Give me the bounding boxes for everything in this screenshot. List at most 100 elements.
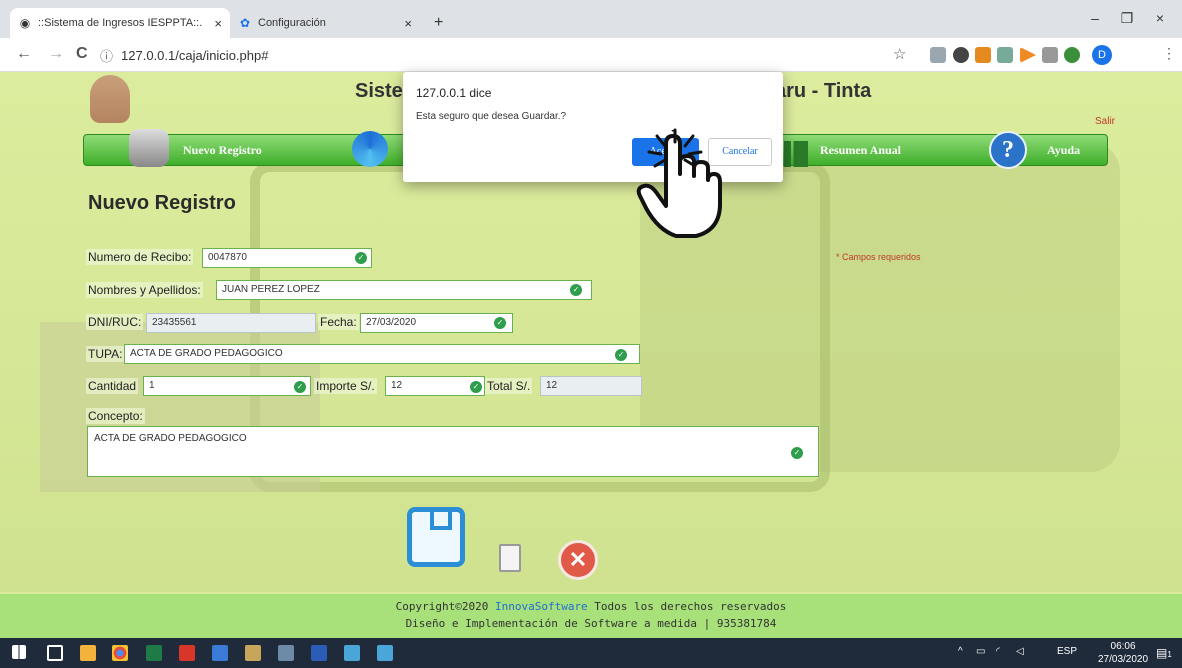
design-line: Diseño e Implementación de Software a me… bbox=[405, 617, 777, 630]
user-avatar bbox=[90, 75, 130, 123]
concept-label: Concepto: bbox=[86, 408, 145, 424]
total-input[interactable]: 12 bbox=[540, 376, 642, 396]
restore-button[interactable]: ❐ bbox=[1112, 10, 1142, 27]
menu-item-refresh[interactable] bbox=[352, 131, 392, 167]
network-icon[interactable]: ▭ bbox=[976, 646, 985, 657]
valid-check-icon: ✓ bbox=[494, 317, 506, 329]
pdf-reader-icon[interactable] bbox=[179, 645, 195, 661]
app-icon[interactable] bbox=[344, 645, 360, 661]
menu-item-resumen-anual[interactable]: Resumen Anual bbox=[784, 135, 934, 167]
date-input[interactable]: 27/03/2020 bbox=[360, 313, 513, 333]
required-note: * Campos requeridos bbox=[836, 252, 921, 262]
database-add-icon bbox=[129, 129, 169, 167]
tupa-label: TUPA: bbox=[86, 346, 125, 362]
forward-button[interactable]: → bbox=[48, 45, 64, 63]
app-icon[interactable] bbox=[212, 645, 228, 661]
extension-icon[interactable] bbox=[953, 47, 969, 63]
quantity-input[interactable]: 1 bbox=[143, 376, 311, 396]
help-icon: ? bbox=[989, 131, 1027, 169]
page-footer: Copyright©2020 InnovaSoftware Todos los … bbox=[0, 594, 1182, 638]
confirm-dialog: 127.0.0.1 dice Esta seguro que desea Gua… bbox=[403, 72, 783, 182]
play-icon[interactable] bbox=[1020, 47, 1036, 63]
tab-configuracion[interactable]: ✿ Configuración × bbox=[230, 8, 420, 38]
menu-item-nuevo-registro[interactable]: Nuevo Registro bbox=[129, 129, 319, 167]
wifi-icon[interactable]: ◜ bbox=[996, 646, 1000, 657]
logout-link[interactable]: Salir bbox=[1095, 116, 1115, 127]
browser-tab-strip: ◉ ::Sistema de Ingresos IESPPTA::. × ✿ C… bbox=[0, 0, 1182, 38]
menu-item-label: Nuevo Registro bbox=[183, 143, 262, 157]
close-icon[interactable]: × bbox=[404, 16, 412, 31]
menu-kebab-icon[interactable]: ⋮ bbox=[1162, 45, 1176, 62]
address-bar[interactable]: ⓘ 127.0.0.1/caja/inicio.php# bbox=[100, 43, 920, 67]
system-clock[interactable]: 06:06 27/03/2020 bbox=[1098, 640, 1148, 666]
valid-check-icon: ✓ bbox=[294, 381, 306, 393]
star-icon[interactable]: ☆ bbox=[893, 45, 906, 63]
cancel-button[interactable]: ✕ bbox=[558, 540, 598, 580]
tupa-input[interactable]: ACTA DE GRADO PEDAGOGICO bbox=[124, 344, 640, 364]
total-label: Total S/. bbox=[485, 378, 533, 394]
amount-label: Importe S/. bbox=[314, 378, 377, 394]
valid-check-icon: ✓ bbox=[615, 349, 627, 361]
app-icon[interactable] bbox=[245, 645, 261, 661]
minimize-button[interactable]: – bbox=[1080, 10, 1110, 26]
back-button[interactable]: ← bbox=[16, 45, 32, 63]
form-title: Nuevo Registro bbox=[88, 192, 236, 214]
dialog-title: 127.0.0.1 dice bbox=[416, 86, 492, 100]
chart-icon bbox=[784, 141, 808, 167]
notifications-icon[interactable]: ▤1 bbox=[1156, 646, 1172, 660]
brand-link[interactable]: InnovaSoftware bbox=[495, 600, 588, 613]
click-burst-icon bbox=[647, 128, 703, 168]
extension-icon[interactable] bbox=[930, 47, 946, 63]
app-title-right: aru - Tinta bbox=[775, 80, 872, 102]
windows-start-icon[interactable] bbox=[12, 645, 26, 659]
concept-textarea[interactable]: ACTA DE GRADO PEDAGOGICO bbox=[87, 426, 819, 477]
app-icon[interactable] bbox=[377, 645, 393, 661]
gear-icon: ✿ bbox=[239, 16, 251, 30]
name-label: Nombres y Apellidos: bbox=[86, 282, 203, 298]
notification-count: 1 bbox=[1167, 650, 1172, 659]
receipt-label: Numero de Recibo: bbox=[86, 249, 194, 265]
dialog-message: Esta seguro que desea Guardar.? bbox=[416, 111, 567, 122]
extension-icon[interactable] bbox=[997, 47, 1013, 63]
language-indicator[interactable]: ESP bbox=[1057, 646, 1077, 657]
app-title-left: Siste bbox=[355, 80, 403, 102]
browser-toolbar: ← → C ⓘ 127.0.0.1/caja/inicio.php# ☆ D ⋮ bbox=[0, 38, 1182, 72]
new-tab-button[interactable]: + bbox=[426, 8, 456, 38]
windows-taskbar: ^ ▭ ◜ ◁ ESP 06:06 27/03/2020 ▤1 bbox=[0, 638, 1182, 668]
save-button[interactable] bbox=[407, 507, 465, 567]
tray-chevron-icon[interactable]: ^ bbox=[958, 646, 963, 657]
clear-button[interactable] bbox=[499, 544, 521, 572]
dni-label: DNI/RUC: bbox=[86, 314, 144, 330]
floppy-disk-icon bbox=[430, 512, 452, 530]
chrome-icon[interactable] bbox=[112, 645, 128, 661]
photos-icon[interactable] bbox=[278, 645, 294, 661]
full-name-input[interactable]: JUAN PEREZ LOPEZ bbox=[216, 280, 592, 300]
extension-icon[interactable] bbox=[1042, 47, 1058, 63]
refresh-icon bbox=[352, 131, 388, 167]
tab-title: Configuración bbox=[258, 17, 326, 29]
menu-item-ayuda[interactable]: ? Ayuda bbox=[989, 131, 1099, 169]
volume-icon[interactable]: ◁ bbox=[1016, 646, 1024, 657]
copyright-text: Copyright©2020 bbox=[395, 600, 495, 613]
rights-text: Todos los derechos reservados bbox=[587, 600, 787, 613]
excel-icon[interactable] bbox=[146, 645, 162, 661]
tab-sistema-ingresos[interactable]: ◉ ::Sistema de Ingresos IESPPTA::. × bbox=[10, 8, 230, 38]
profile-avatar[interactable]: D bbox=[1092, 45, 1112, 65]
url-text: 127.0.0.1/caja/inicio.php# bbox=[121, 47, 269, 63]
close-icon[interactable]: × bbox=[214, 16, 222, 31]
menu-item-label: Resumen Anual bbox=[820, 143, 902, 157]
file-explorer-icon[interactable] bbox=[80, 645, 96, 661]
info-icon[interactable]: ⓘ bbox=[100, 46, 113, 65]
close-window-button[interactable]: × bbox=[1145, 10, 1175, 26]
extension-icon[interactable] bbox=[1064, 47, 1080, 63]
globe-icon: ◉ bbox=[19, 16, 31, 30]
date-label: Fecha: bbox=[318, 314, 359, 330]
valid-check-icon: ✓ bbox=[791, 447, 803, 459]
task-view-icon[interactable] bbox=[47, 645, 63, 661]
download-icon[interactable] bbox=[975, 47, 991, 63]
word-icon[interactable] bbox=[311, 645, 327, 661]
menu-item-label: Ayuda bbox=[1047, 143, 1081, 157]
reload-button[interactable]: C bbox=[76, 45, 88, 63]
receipt-number-input[interactable]: 0047870 bbox=[202, 248, 372, 268]
dni-ruc-input[interactable]: 23435561 bbox=[146, 313, 316, 333]
